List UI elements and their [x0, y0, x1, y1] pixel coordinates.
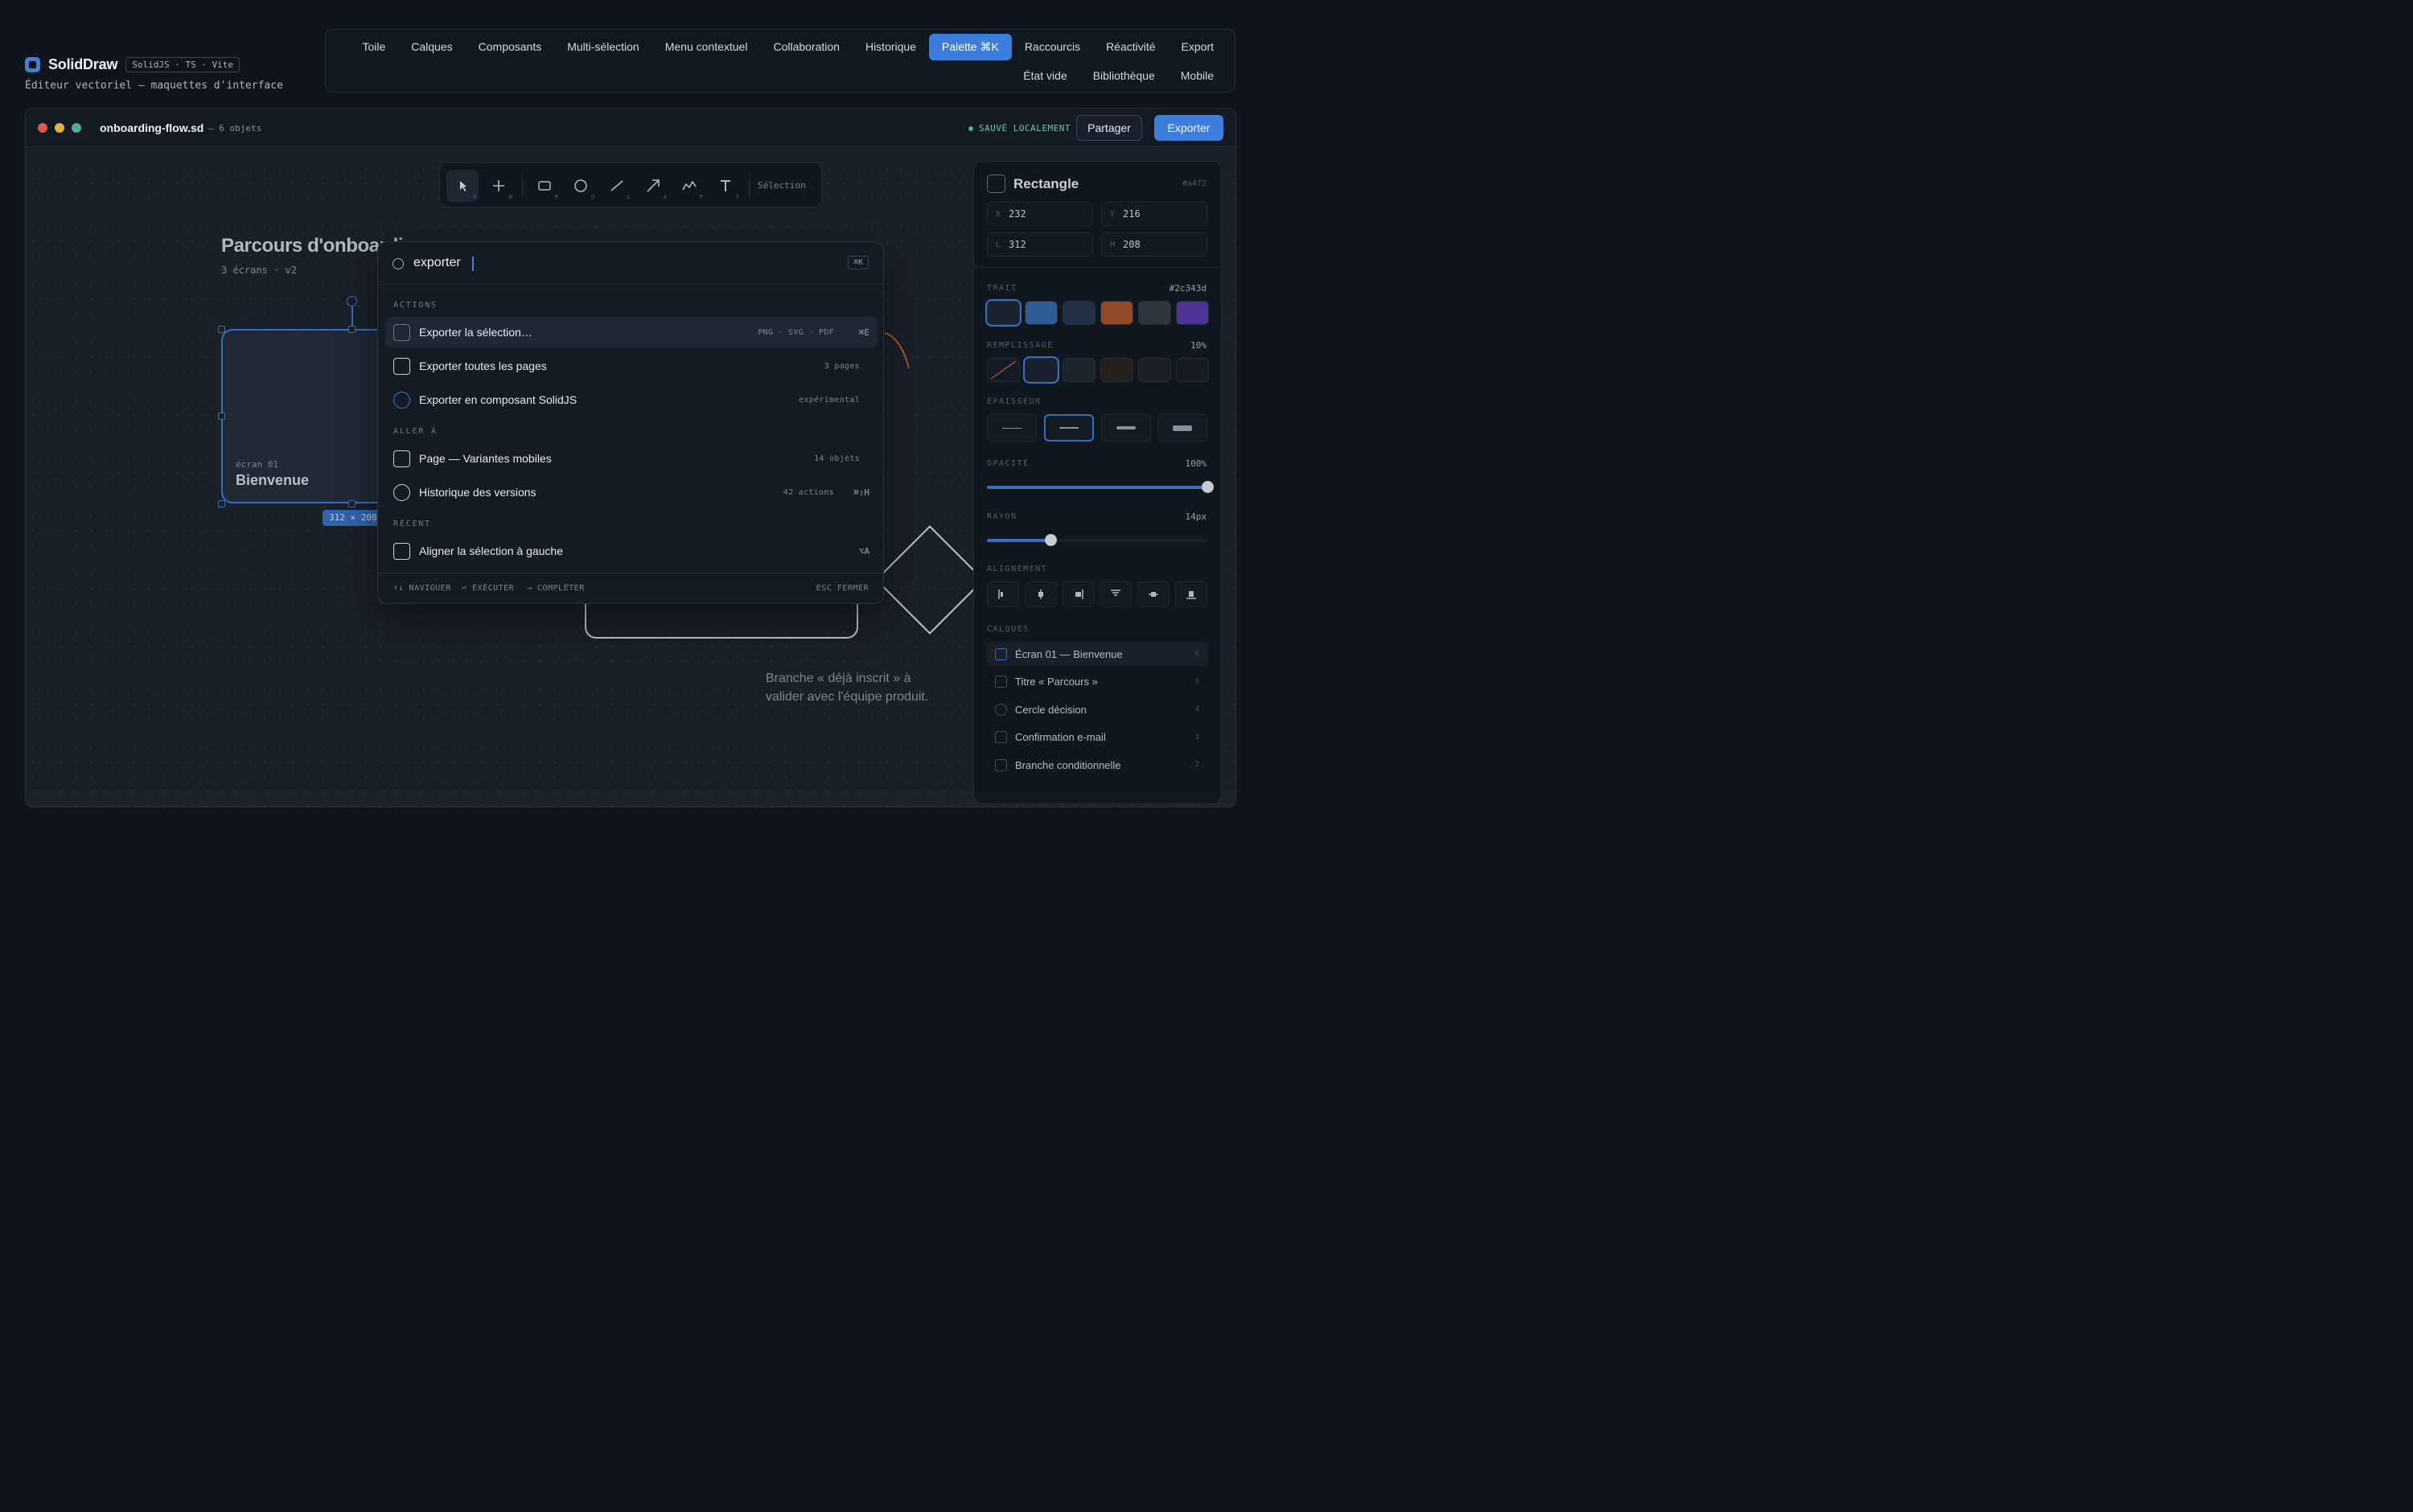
square-icon: [393, 542, 410, 560]
minimize-window-dot[interactable]: [55, 123, 64, 133]
nav-item[interactable]: Multi-sélection: [554, 34, 652, 60]
command-item[interactable]: Historique des versions 42 actions ⌘⇧H: [385, 477, 878, 507]
text-caret: [472, 257, 474, 271]
palette-group-label: RÉCENT: [393, 520, 431, 528]
command-label: Exporter la sélection…: [419, 326, 532, 339]
top-nav: Toile Calques Composants Multi-sélection Men…: [325, 29, 1235, 92]
palette-search-bar: ⌘K: [378, 242, 883, 285]
nav-item[interactable]: Composants: [466, 34, 555, 60]
palette-group-label: ACTIONS: [393, 301, 438, 310]
command-item[interactable]: Aligner la sélection à gauche ⌥A: [385, 536, 878, 566]
nav-item[interactable]: Réactivité: [1093, 34, 1168, 60]
save-status-label: SAUVÉ LOCALEMENT: [979, 123, 1071, 134]
command-item[interactable]: Exporter la sélection… PNG · SVG · PDF ⌘…: [385, 317, 878, 347]
command-label: Page — Variantes mobiles: [419, 452, 552, 465]
nav-item[interactable]: Calques: [398, 34, 465, 60]
command-shortcut: ⌘⇧H: [853, 487, 869, 498]
command-shortcut: ⌘E: [858, 327, 869, 338]
file-meta: — 6 objets: [208, 123, 262, 134]
circle-icon: [393, 483, 410, 501]
square-icon: [393, 450, 410, 467]
nav-item[interactable]: État vide: [1010, 63, 1079, 88]
palette-search-input[interactable]: [413, 256, 800, 270]
maximize-window-dot[interactable]: [72, 123, 81, 133]
command-meta: 3 pages: [824, 361, 860, 371]
nav-item[interactable]: Toile: [349, 34, 398, 60]
brand: SolidDraw SolidJS · TS · Vite: [25, 56, 240, 73]
nav-item[interactable]: Collaboration: [760, 34, 853, 60]
nav-item[interactable]: Menu contextuel: [652, 34, 761, 60]
square-icon: [393, 323, 410, 341]
palette-footer: ↑↓ NAVIGUER ⏎ EXÉCUTER → COMPLÉTER ESC F…: [378, 573, 883, 603]
command-label: Exporter toutes les pages: [419, 360, 547, 372]
command-item[interactable]: Page — Variantes mobiles 14 objets: [385, 443, 878, 474]
command-item[interactable]: Exporter en composant SolidJS expériment…: [385, 384, 878, 415]
soliddraw-logo-icon: [25, 57, 40, 72]
nav-item[interactable]: Raccourcis: [1012, 34, 1093, 60]
circle-icon: [393, 391, 410, 409]
command-shortcut: ⌥A: [858, 545, 869, 557]
palette-shortcut-badge: ⌘K: [847, 256, 869, 269]
nav-item[interactable]: Bibliothèque: [1080, 63, 1168, 88]
command-palette: ⌘K ACTIONS Exporter la sélection… PNG · …: [377, 241, 884, 604]
nav-item[interactable]: Palette ⌘K: [928, 34, 1012, 60]
app-name: SolidDraw: [48, 56, 118, 72]
nav-item[interactable]: Mobile: [1168, 63, 1227, 88]
command-label: Historique des versions: [419, 486, 536, 499]
app-subtitle: Éditeur vectoriel — maquettes d'interfac…: [25, 80, 283, 92]
command-meta: expérimental: [799, 395, 860, 405]
hint-execute: ⏎ EXÉCUTER: [462, 584, 515, 593]
hint-complete: → COMPLÉTER: [527, 584, 585, 593]
nav-item[interactable]: Export: [1169, 34, 1227, 60]
save-status-dot-icon: [968, 125, 973, 131]
share-button[interactable]: Partager: [1076, 115, 1142, 141]
nav-item[interactable]: Historique: [853, 34, 929, 60]
nav-row-primary: Toile Calques Composants Multi-sélection Men…: [349, 34, 1227, 60]
search-icon: [393, 258, 404, 269]
command-meta: 42 actions: [783, 487, 834, 497]
stack-tag: SolidJS · TS · Vite: [125, 57, 240, 72]
hint-navigate: ↑↓ NAVIGUER: [393, 584, 451, 593]
export-button[interactable]: Exporter: [1154, 115, 1223, 141]
window-titlebar: onboarding-flow.sd — 6 objets SAUVÉ LOCA…: [26, 109, 1235, 147]
nav-row-secondary: État vide Bibliothèque Mobile: [1010, 63, 1227, 88]
palette-group-label: ALLER À: [393, 427, 438, 436]
command-label: Aligner la sélection à gauche: [419, 544, 564, 557]
close-window-dot[interactable]: [38, 123, 47, 133]
command-label: Exporter en composant SolidJS: [419, 393, 578, 406]
command-meta: PNG · SVG · PDF: [758, 327, 834, 337]
square-icon: [393, 357, 410, 375]
command-meta: 14 objets: [814, 454, 860, 463]
file-name: onboarding-flow.sd: [100, 121, 204, 134]
command-item[interactable]: Exporter toutes les pages 3 pages: [385, 351, 878, 381]
hint-close: ESC FERMER: [816, 584, 869, 593]
save-status: SAUVÉ LOCALEMENT: [968, 123, 1071, 134]
